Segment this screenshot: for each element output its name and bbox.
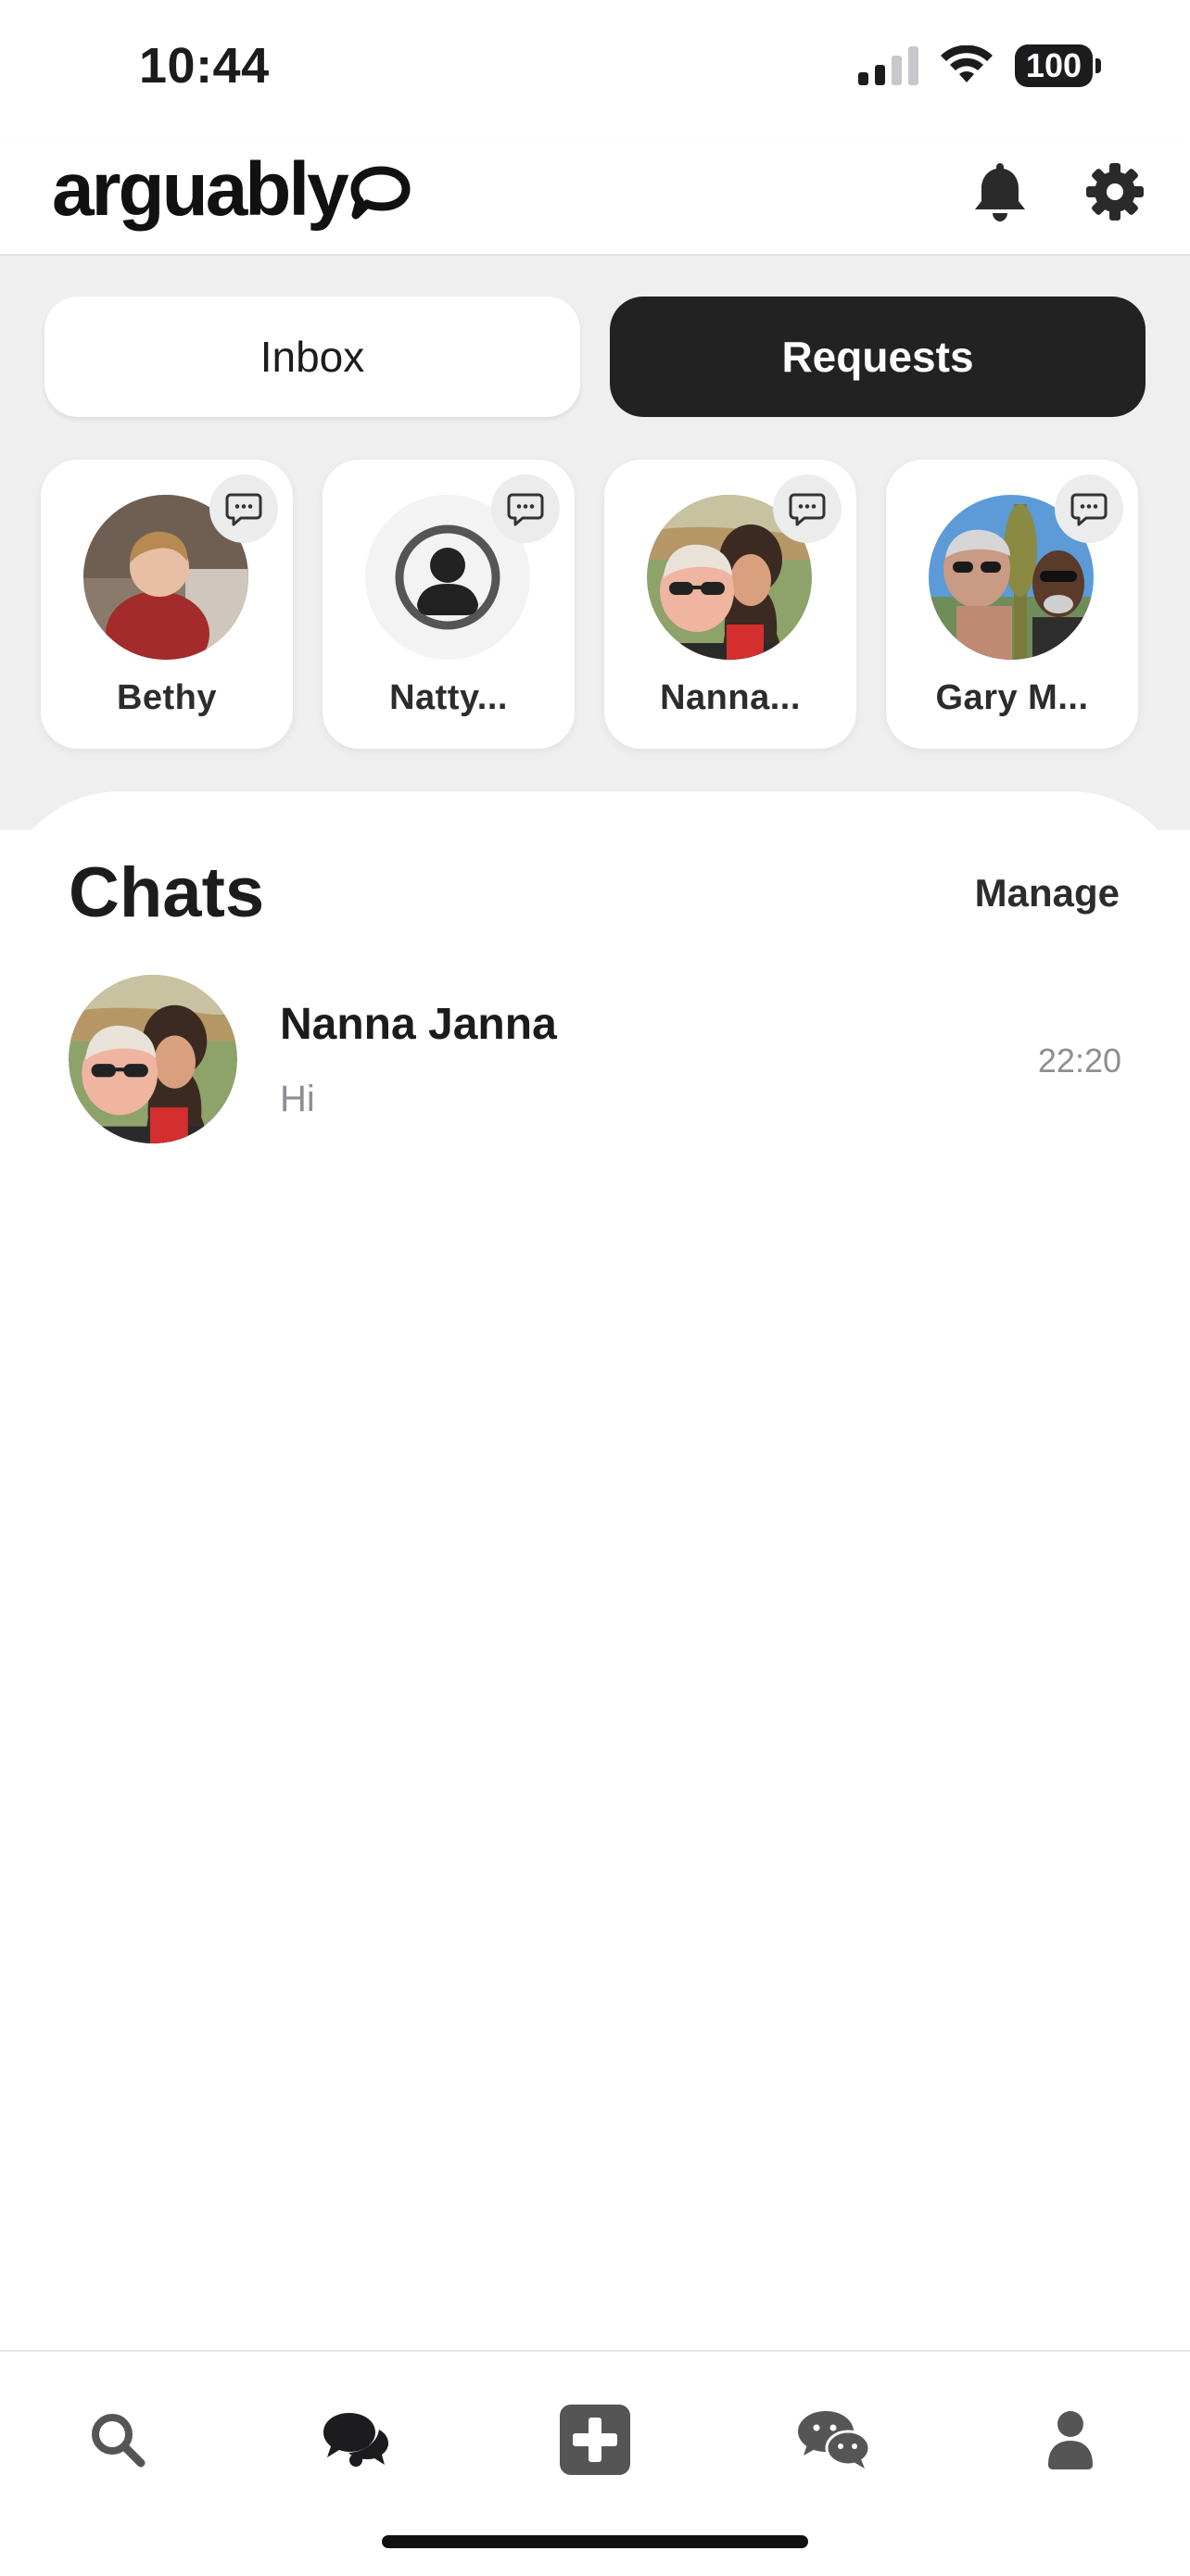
avatar	[69, 975, 237, 1143]
requests-area: Inbox Requests Bethy Natty... Nanna... G…	[0, 256, 1190, 830]
tab-search[interactable]	[76, 2398, 159, 2481]
tab-requests[interactable]: Requests	[610, 297, 1146, 417]
wifi-icon	[940, 45, 993, 82]
tab-inbox[interactable]: Inbox	[44, 297, 580, 417]
request-name: Gary M...	[935, 678, 1089, 717]
request-card-natty[interactable]: Natty...	[323, 460, 575, 749]
manage-button[interactable]: Manage	[975, 871, 1120, 915]
message-request-badge	[1055, 474, 1123, 543]
bell-icon	[975, 163, 1025, 221]
request-card-gary[interactable]: Gary M...	[886, 460, 1138, 749]
status-bar: 10:44 100	[0, 0, 1190, 139]
speech-bubble-logo-icon	[350, 166, 411, 220]
cellular-signal-icon	[857, 46, 918, 85]
tab-profile[interactable]	[1029, 2398, 1112, 2481]
chat-timestamp: 22:20	[1037, 1042, 1121, 1080]
add-post-icon	[560, 2405, 630, 2475]
battery-level: 100	[1014, 44, 1093, 87]
app-header: arguably	[0, 139, 1190, 256]
chats-panel: Chats Manage Nanna Janna Hi 22:20	[0, 791, 1190, 2352]
settings-button[interactable]	[1081, 158, 1149, 226]
bottom-tab-bar	[0, 2350, 1190, 2576]
request-name: Natty...	[389, 678, 508, 717]
message-request-badge	[209, 474, 278, 543]
notifications-button[interactable]	[966, 158, 1034, 226]
search-icon	[92, 2414, 146, 2468]
chat-list-item[interactable]: Nanna Janna Hi 22:20	[69, 975, 1121, 1145]
chat-last-message: Hi	[280, 1079, 315, 1119]
profile-icon	[1048, 2411, 1093, 2469]
chats-title: Chats	[69, 853, 265, 932]
request-name: Bethy	[116, 678, 218, 717]
chat-bubble-icon	[225, 493, 262, 526]
tab-chats[interactable]	[314, 2398, 398, 2481]
request-card-bethy[interactable]: Bethy	[41, 460, 293, 749]
gear-icon	[1086, 163, 1144, 221]
message-request-badge	[773, 474, 842, 543]
brand-logo: arguably	[52, 152, 411, 228]
tab-messages[interactable]	[791, 2398, 875, 2481]
chat-bubble-icon	[1070, 493, 1108, 526]
status-icons: 100	[857, 44, 1101, 87]
status-time: 10:44	[139, 38, 270, 94]
messages-icon	[798, 2411, 870, 2469]
chat-bubble-icon	[507, 493, 544, 526]
chat-name: Nanna Janna	[280, 1000, 557, 1049]
home-indicator	[382, 2535, 808, 2548]
message-request-badge	[491, 474, 560, 543]
brand-name: arguably	[52, 147, 349, 232]
request-card-nanna[interactable]: Nanna...	[604, 460, 856, 749]
request-name: Nanna...	[660, 678, 801, 717]
request-cards: Bethy Natty... Nanna... Gary M...	[41, 460, 1138, 749]
chat-bubble-icon	[789, 493, 826, 526]
active-tab-indicator	[349, 2454, 362, 2467]
battery-icon: 100	[1014, 44, 1101, 87]
tab-create[interactable]	[553, 2398, 637, 2481]
